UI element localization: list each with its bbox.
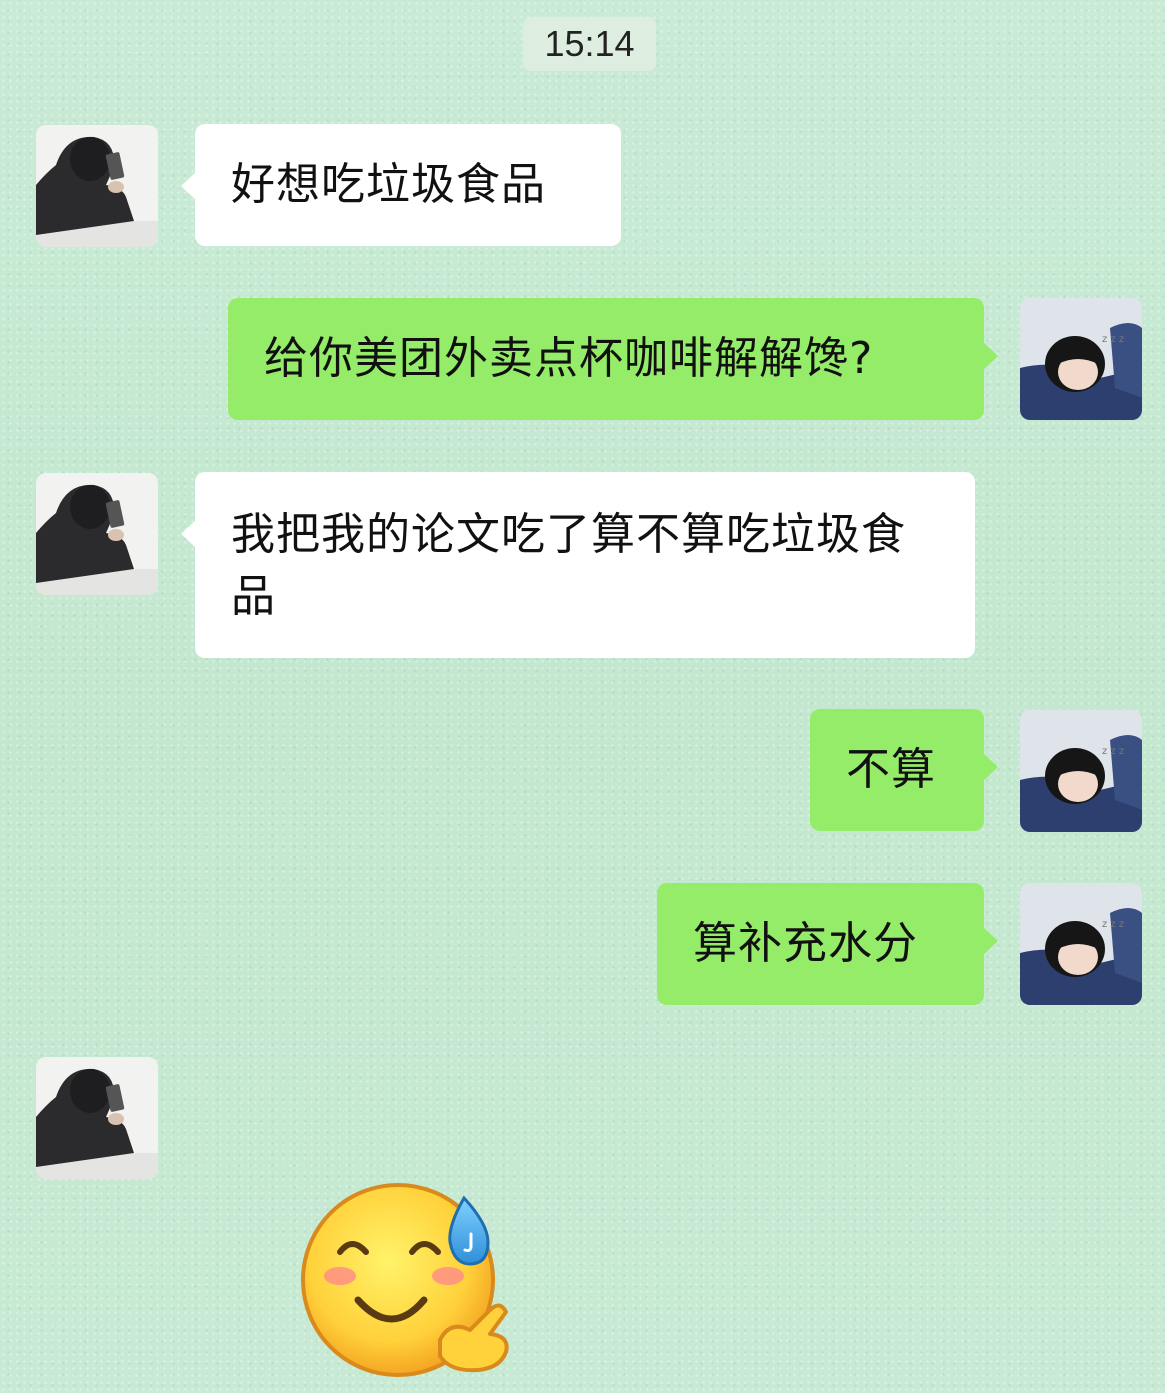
- message-bubble-outgoing[interactable]: 给你美团外卖点杯咖啡解解馋?: [228, 298, 998, 420]
- my-avatar[interactable]: z z z: [1020, 298, 1142, 420]
- contact-avatar[interactable]: [36, 1057, 158, 1179]
- contact-avatar[interactable]: [36, 473, 158, 595]
- message-bubble-incoming[interactable]: 我把我的论文吃了算不算吃垃圾食品: [181, 472, 975, 658]
- svg-text:z z z: z z z: [1102, 746, 1124, 757]
- message-text: 算补充水分: [693, 918, 918, 969]
- smiling-sweat-emoji-sticker[interactable]: [300, 1180, 525, 1389]
- sweat-smile-icon: [301, 1183, 509, 1377]
- my-avatar[interactable]: z z z: [1020, 883, 1142, 1005]
- svg-text:z z z: z z z: [1102, 334, 1124, 345]
- message-text: 给你美团外卖点杯咖啡解解馋?: [264, 333, 874, 384]
- message-text: 不算: [846, 744, 936, 795]
- message-text: 我把我的论文吃了算不算吃垃圾食品: [231, 509, 906, 622]
- message-bubble-outgoing[interactable]: 不算: [810, 709, 998, 831]
- message-bubble-incoming[interactable]: 好想吃垃圾食品: [181, 124, 621, 246]
- message-text: 好想吃垃圾食品: [231, 159, 546, 210]
- svg-text:z z z: z z z: [1102, 919, 1124, 930]
- message-bubble-outgoing[interactable]: 算补充水分: [657, 883, 998, 1005]
- timestamp: 15:14: [523, 17, 656, 71]
- contact-avatar[interactable]: [36, 125, 158, 247]
- my-avatar[interactable]: z z z: [1020, 710, 1142, 832]
